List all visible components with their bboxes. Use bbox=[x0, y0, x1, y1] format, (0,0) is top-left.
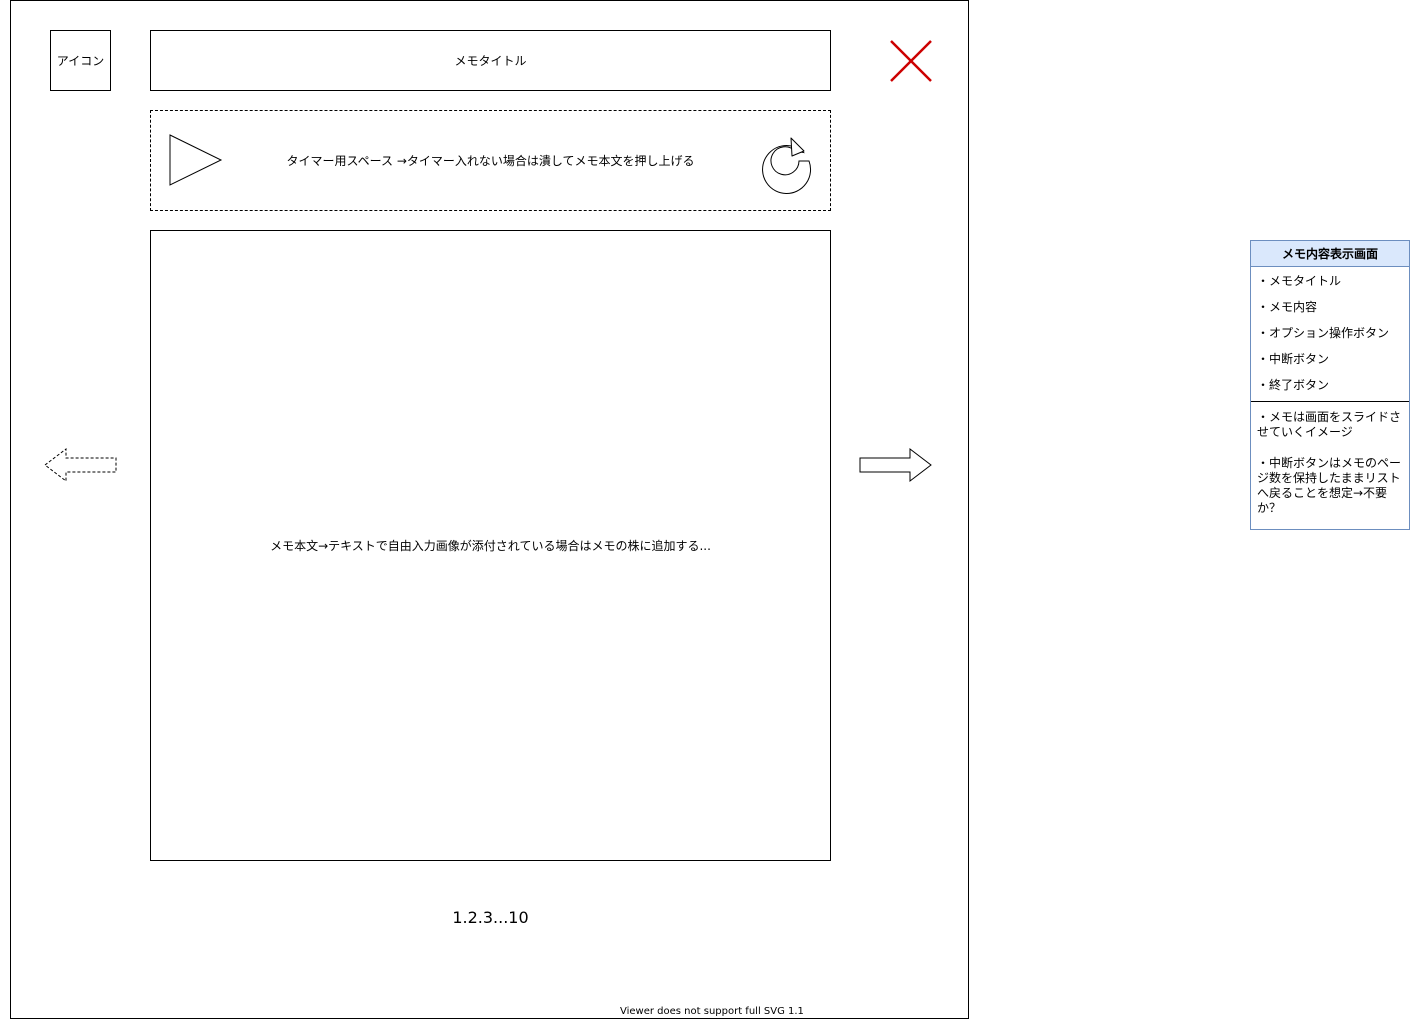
side-panel-item: ・オプション操作ボタン bbox=[1257, 325, 1390, 340]
icon-label: アイコン bbox=[56, 54, 105, 68]
memo-body: メモ本文→テキストで自由入力画像が添付されている場合はメモの株に追加する... bbox=[150, 230, 831, 861]
side-panel-notes: ・メモは画面をスライドさせていくイメージ ・中断ボタンはメモのページ数を保持した… bbox=[1251, 402, 1409, 516]
timer-text: タイマー用スペース →タイマー入れない場合は潰してメモ本文を押し上げる bbox=[286, 154, 695, 168]
side-panel-note: ・中断ボタンはメモのページ数を保持したままリストへ戻ることを想定→不要か？ bbox=[1257, 456, 1402, 515]
memo-title-box: メモタイトル bbox=[150, 30, 831, 91]
side-panel-note: ・メモは画面をスライドさせていくイメージ bbox=[1257, 410, 1402, 439]
side-panel-item: ・メモ内容 bbox=[1257, 299, 1318, 314]
memo-title: メモタイトル bbox=[454, 54, 527, 68]
side-panel-title: メモ内容表示画面 bbox=[1251, 241, 1409, 267]
side-panel-item: ・中断ボタン bbox=[1257, 351, 1330, 366]
side-panel: メモ内容表示画面 ・メモタイトル ・メモ内容 ・オプション操作ボタン ・中断ボタ… bbox=[1250, 240, 1410, 530]
memo-body-text: メモ本文→テキストで自由入力画像が添付されている場合はメモの株に追加する... bbox=[270, 539, 711, 553]
arrow-right-icon[interactable] bbox=[859, 447, 933, 483]
close-icon[interactable] bbox=[889, 39, 933, 83]
app-icon-placeholder[interactable]: アイコン bbox=[50, 30, 111, 91]
viewer-note: Viewer does not support full SVG 1.1 bbox=[620, 1006, 804, 1017]
timer-space: タイマー用スペース →タイマー入れない場合は潰してメモ本文を押し上げる bbox=[150, 110, 831, 211]
side-panel-item: ・終了ボタン bbox=[1257, 377, 1330, 392]
pagination[interactable]: 1.2.3...10 bbox=[150, 908, 831, 927]
reset-icon[interactable] bbox=[758, 134, 812, 194]
side-panel-item: ・メモタイトル bbox=[1257, 273, 1342, 288]
arrow-left-icon[interactable] bbox=[44, 447, 118, 483]
play-icon[interactable] bbox=[169, 134, 223, 188]
